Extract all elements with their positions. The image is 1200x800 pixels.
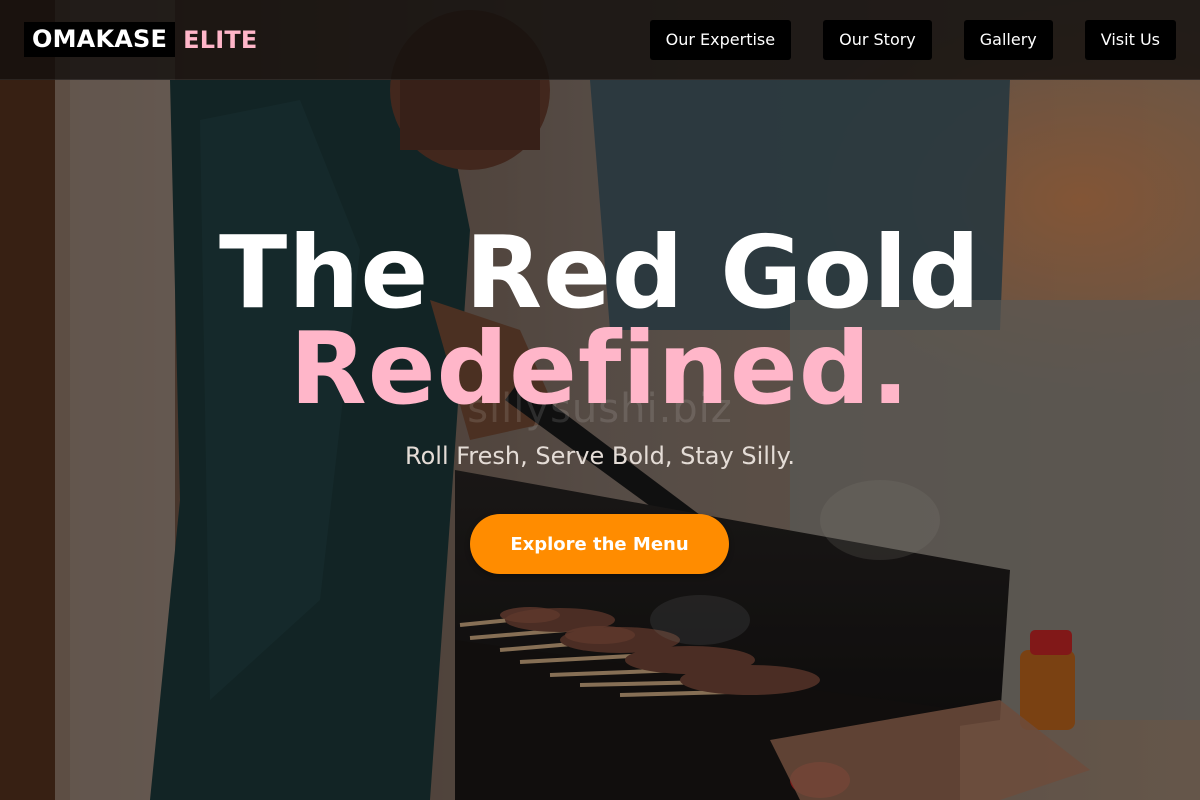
hero-title-line-2: Redefined. [289, 310, 911, 427]
nav-link-gallery[interactable]: Gallery [963, 19, 1053, 60]
brand-name: OMAKASE [24, 22, 176, 57]
nav-link-visit-us[interactable]: Visit Us [1084, 19, 1176, 60]
nav-link-our-story[interactable]: Our Story [823, 19, 932, 60]
nav-link-our-expertise[interactable]: Our Expertise [649, 19, 792, 60]
top-navbar: OMAKASE ELITE Our Expertise Our Story Ga… [0, 0, 1200, 80]
brand-logo[interactable]: OMAKASE ELITE [24, 22, 258, 57]
hero-section: sillysushi.biz The Red Gold Redefined. R… [0, 0, 1200, 800]
explore-menu-button[interactable]: Explore the Menu [470, 514, 729, 574]
main-nav: Our Expertise Our Story Gallery Visit Us [649, 19, 1176, 60]
hero-subtitle: Roll Fresh, Serve Bold, Stay Silly. [405, 442, 795, 470]
brand-accent: ELITE [183, 25, 258, 54]
